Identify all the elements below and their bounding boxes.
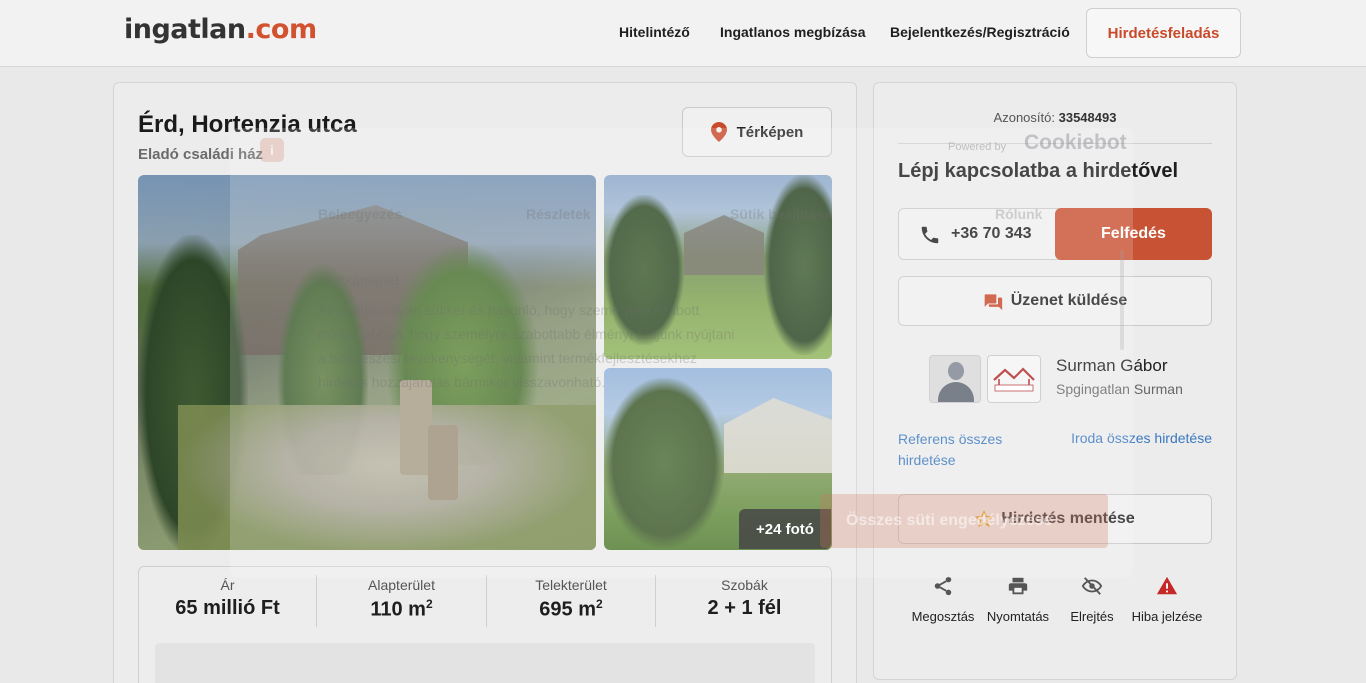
nav-login-register[interactable]: Bejelentkezés/Regisztráció [890, 24, 1070, 40]
report-action[interactable]: Hiba jelzése [1127, 575, 1207, 627]
cookie-text-line: a böngészési tevékenységét, valamint ter… [318, 350, 697, 366]
warning-icon [1156, 576, 1178, 595]
cookie-text-line: Az oldalon olyan sütiket és hasonló, hog… [318, 302, 700, 318]
listing-id: Azonosító: 33548493 [993, 110, 1117, 125]
cookie-text-line: munkamenet [318, 272, 399, 288]
listing-id-value: 33548493 [1058, 110, 1117, 125]
site-header: ingatlan.com Hitelintéző Ingatlanos megb… [0, 0, 1366, 67]
stat-label: Ár [220, 577, 235, 593]
nav-hitelintezo[interactable]: Hitelintéző [619, 24, 690, 40]
nav-ingatlanos-megbizasa[interactable]: Ingatlanos megbízása [720, 24, 865, 40]
cookiebot-logo: Cookiebot [1024, 131, 1127, 154]
print-icon [1008, 577, 1028, 595]
post-listing-button[interactable]: Hirdetésfeladás [1086, 8, 1241, 58]
listing-stats: Ár 65 millió Ft Alapterület 110 m2 Telek… [138, 566, 832, 683]
stat-rooms: Szobák 2 + 1 fél [656, 577, 833, 627]
share-label: Megosztás [911, 609, 975, 624]
stat-floor-area: Alapterület 110 m2 [317, 577, 486, 627]
report-label: Hiba jelzése [1131, 609, 1203, 624]
cookie-text-line: hirdetés hozzájárulás bármikor visszavon… [318, 374, 606, 390]
stat-price: Ár 65 millió Ft [139, 577, 316, 627]
info-icon: i [260, 138, 284, 162]
hide-action[interactable]: Elrejtés [1052, 575, 1132, 627]
stat-value: 110 m2 [370, 597, 433, 621]
cookie-text-line: minket abban, hogy személyre szabottabb … [318, 326, 735, 342]
stat-value: 695 m2 [539, 597, 603, 621]
stat-value: 2 + 1 fél [707, 597, 782, 619]
print-action[interactable]: Nyomtatás [978, 575, 1058, 627]
logo-text: ingatlan [124, 14, 246, 45]
stats-footer-area [155, 643, 815, 683]
stat-value: 65 millió Ft [175, 597, 280, 619]
logo-domain: .com [245, 14, 317, 45]
stat-label: Telekterület [535, 577, 607, 593]
stat-plot-area: Telekterület 695 m2 [487, 577, 655, 627]
cookie-tab-settings[interactable]: Sütik beállítása [730, 206, 832, 222]
cookie-allow-all-button[interactable]: Összes süti engedélyezése [820, 494, 1108, 548]
site-logo[interactable]: ingatlan.com [124, 14, 317, 45]
print-label: Nyomtatás [986, 609, 1050, 624]
share-icon [934, 576, 952, 596]
cookie-tab-consent[interactable]: Beleegyezés [318, 206, 402, 222]
stat-label: Alapterület [368, 577, 435, 593]
share-action[interactable]: Megosztás [903, 575, 983, 627]
hide-label: Elrejtés [1070, 609, 1114, 624]
eye-off-icon [1081, 577, 1103, 595]
cookie-tab-about[interactable]: Rólunk [995, 206, 1042, 222]
cookie-scrollbar[interactable] [1120, 250, 1124, 350]
cookie-tab-details[interactable]: Részletek [526, 206, 591, 222]
stat-label: Szobák [721, 577, 768, 593]
cookie-powered-by: Powered by [948, 141, 1007, 153]
